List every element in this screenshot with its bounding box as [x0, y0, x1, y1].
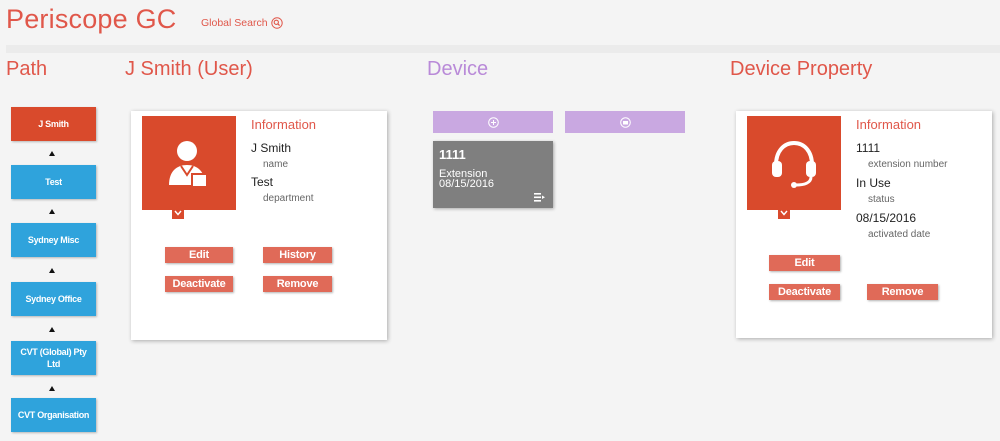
path-item-j-smith[interactable]: J Smith: [11, 107, 96, 141]
header-divider: [6, 45, 1000, 53]
user-department-value: Test: [251, 175, 274, 189]
path-item-sydney-office[interactable]: Sydney Office: [11, 282, 96, 316]
path-section-title: Path: [6, 58, 48, 80]
search-icon: [270, 17, 283, 29]
user-edit-button[interactable]: Edit: [165, 247, 233, 263]
user-name-value: J Smith: [251, 141, 292, 155]
device-remove-button[interactable]: Remove: [867, 284, 938, 300]
status-value: In Use: [856, 176, 891, 190]
user-info-card: Information J Smith name Test department…: [131, 111, 387, 340]
add-device-button[interactable]: [433, 111, 553, 133]
device-date: 08/15/2016: [439, 178, 495, 190]
device-expand-chevron[interactable]: [778, 207, 790, 219]
activated-date-label: activated date: [868, 229, 931, 240]
filter-icon: [619, 116, 631, 128]
device-section-title: Device: [427, 58, 489, 80]
device-avatar: [747, 116, 841, 210]
user-section-title: J Smith (User): [125, 58, 253, 80]
device-edit-button[interactable]: Edit: [769, 255, 840, 271]
user-name-label: name: [263, 159, 289, 170]
user-deactivate-button[interactable]: Deactivate: [165, 276, 233, 292]
device-tile[interactable]: 1111 Extension 08/15/2016: [433, 141, 553, 208]
user-expand-chevron[interactable]: [172, 207, 184, 219]
headset-icon: [772, 140, 816, 188]
user-remove-button[interactable]: Remove: [263, 276, 332, 292]
device-property-card: Information 1111 extension number In Use…: [736, 111, 992, 338]
device-info-heading: Information: [856, 117, 922, 132]
path-arrow-up-icon: [49, 268, 55, 273]
global-search-label: Global Search: [201, 17, 268, 29]
path-arrow-up-icon: [49, 327, 55, 332]
path-item-test[interactable]: Test: [11, 165, 96, 199]
user-history-button[interactable]: History: [263, 247, 332, 263]
path-arrow-up-icon: [49, 151, 55, 156]
app-title: Periscope GC: [6, 4, 177, 34]
device-deactivate-button[interactable]: Deactivate: [769, 284, 840, 300]
header: Periscope GC Global Search: [0, 0, 1000, 46]
path-item-sydney-misc[interactable]: Sydney Misc: [11, 223, 96, 257]
activated-date-value: 08/15/2016: [856, 211, 917, 225]
user-icon: [169, 141, 208, 188]
filter-device-button[interactable]: [565, 111, 685, 133]
path-arrow-up-icon: [49, 386, 55, 391]
chevron-down-icon: [174, 210, 182, 216]
list-menu-icon[interactable]: [534, 193, 545, 202]
path-arrow-up-icon: [49, 209, 55, 214]
user-avatar: [142, 116, 236, 210]
plus-circle-icon: [487, 116, 499, 128]
chevron-down-icon: [780, 210, 788, 216]
device-property-section-title: Device Property: [730, 58, 873, 80]
user-info-heading: Information: [251, 117, 317, 132]
path-item-cvt-organisation[interactable]: CVT Organisation: [11, 398, 96, 432]
path-item-cvt-global[interactable]: CVT (Global) Pty Ltd: [11, 341, 96, 375]
extension-number-value: 1111: [856, 141, 881, 155]
status-label: status: [868, 194, 895, 205]
user-department-label: department: [263, 193, 314, 204]
extension-number-label: extension number: [868, 159, 948, 170]
global-search-link[interactable]: Global Search: [201, 17, 283, 29]
device-number: 1111: [439, 147, 466, 162]
